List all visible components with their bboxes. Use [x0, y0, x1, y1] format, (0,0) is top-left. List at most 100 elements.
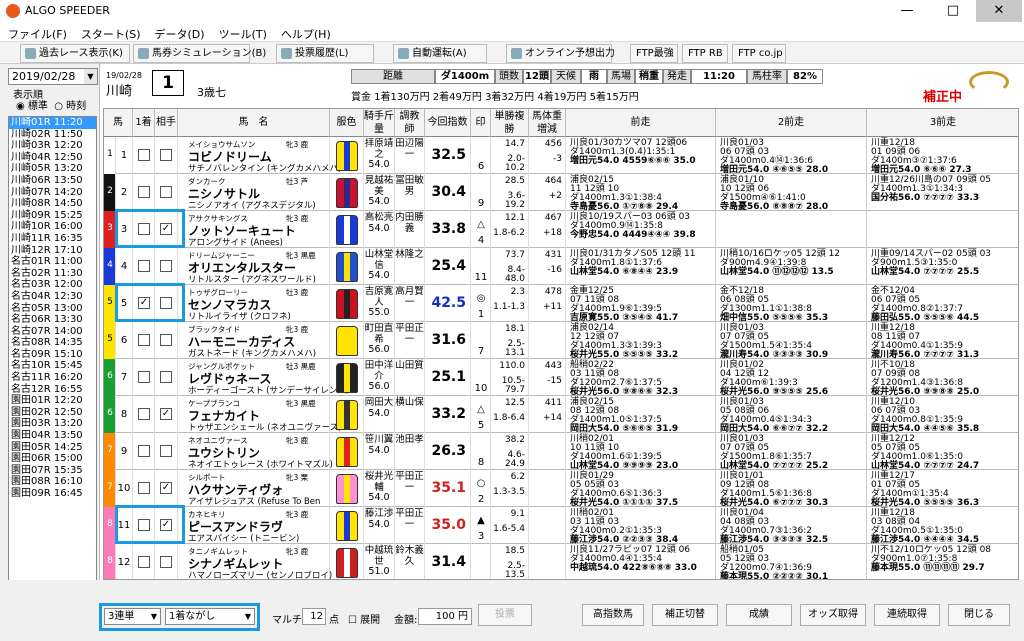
table-row[interactable]: 4 4 ドリームジャーニー 牝3 黒鹿 オリエンタルスター リトルスター (アグネスワール…	[104, 248, 1018, 285]
left-panel: 2019/02/28 ▼ 表示順 ◉ 標準 ○ 時刻 川崎01R 11:20 川崎0…	[0, 64, 100, 641]
table-row[interactable]: 8 11 ✓ カネヒキリ 牝3 鹿ピースアンドラヴ エアスパイシー (トニービン) 藤江渉 5…	[104, 507, 1018, 544]
race-list-item[interactable]: 川崎01R 11:20	[9, 117, 96, 129]
race-list-item[interactable]: 名古04R 12:30	[9, 291, 96, 303]
race-list-item[interactable]: 名古07R 14:00	[9, 326, 96, 338]
first-place-checkbox[interactable]	[138, 260, 150, 272]
partner-checkbox[interactable]: ✓	[160, 482, 172, 494]
race-list-item[interactable]: 川崎03R 12:20	[9, 140, 96, 152]
odds-fetch-button[interactable]: オッズ取得	[800, 604, 866, 626]
race-list-item[interactable]: 川崎11R 16:35	[9, 233, 96, 245]
auto-run-button[interactable]: 自動運転(A)	[393, 44, 487, 63]
race-list-item[interactable]: 名古02R 11:30	[9, 268, 96, 280]
race-list-item[interactable]: 名古01R 11:00	[9, 256, 96, 268]
past-race-p1: 川良01/29 05 05頭 03 ダ1400m0.6⑤1:36:3 桜井光54.0 …	[566, 470, 716, 507]
partner-checkbox[interactable]	[160, 260, 172, 272]
race-list-item[interactable]: 名古03R 12:00	[9, 279, 96, 291]
first-place-checkbox[interactable]	[138, 408, 150, 420]
ftp-rb-button[interactable]: FTP RB	[682, 44, 728, 63]
race-list-item[interactable]: 川崎12R 17:10	[9, 245, 96, 257]
jockey-name: 見越祐美	[364, 175, 394, 197]
race-list-item[interactable]: 園田03R 13:20	[9, 418, 96, 430]
race-list-item[interactable]: 名古08R 14:35	[9, 337, 96, 349]
race-list-item[interactable]: 園田01R 12:20	[9, 395, 96, 407]
menu-help[interactable]: ヘルプ(H)	[273, 23, 337, 42]
table-row[interactable]: 1 1 メイショウサムソン 牝3 鹿コビノドリーム サチノバレンタイン (キングカメハメ…	[104, 137, 1018, 174]
partner-checkbox[interactable]	[160, 334, 172, 346]
radio-standard[interactable]: ◉ 標準	[16, 101, 48, 112]
table-row[interactable]: 8 12 タニノギムレット 牝3 鹿シナノギムレット ハマノローズマリー (センノロブロ…	[104, 544, 1018, 579]
first-place-checkbox[interactable]	[138, 149, 150, 161]
correction-toggle-button[interactable]: 補正切替	[652, 604, 718, 626]
amount-input[interactable]: 100 円	[418, 608, 472, 625]
race-list-item[interactable]: 名古09R 15:10	[9, 349, 96, 361]
close-button[interactable]: 閉じる	[948, 604, 1010, 626]
table-row[interactable]: 7 10 ✓ シルポート 牝3 栗ハクサンティヴォ アイザレジュアス (Refuse To…	[104, 470, 1018, 508]
race-list-item[interactable]: 名古11R 16:20	[9, 372, 96, 384]
race-list-item[interactable]: 園田08R 16:10	[9, 476, 96, 488]
partner-checkbox[interactable]	[160, 445, 172, 457]
expand-checkbox[interactable]: ☐ 展開	[348, 611, 380, 626]
close-window-button[interactable]: ✕	[976, 0, 1022, 22]
vote-history-button[interactable]: 投票履歴(L)	[276, 44, 374, 63]
race-list-item[interactable]: 名古12R 16:55	[9, 384, 96, 396]
first-place-checkbox[interactable]	[138, 556, 150, 568]
partner-checkbox[interactable]: ✓	[160, 408, 172, 420]
high-index-button[interactable]: 高指数馬	[582, 604, 644, 626]
table-row[interactable]: 5 6 ブラックタイド 牝3 鹿ハーモニーカディス ガストネード (キングカメハメハ) 町…	[104, 322, 1018, 359]
continuous-fetch-button[interactable]: 連続取得	[874, 604, 940, 626]
online-forecast-button[interactable]: オンライン予想出力	[506, 44, 615, 63]
menu-tools[interactable]: ツール(T)	[211, 23, 273, 42]
ftp-saikyo-button[interactable]: FTP最強	[630, 44, 678, 63]
results-button[interactable]: 成績	[726, 604, 792, 626]
partner-checkbox[interactable]	[160, 371, 172, 383]
date-select[interactable]: 2019/02/28 ▼	[8, 68, 98, 85]
race-list-item[interactable]: 川崎09R 15:25	[9, 210, 96, 222]
first-place-checkbox[interactable]	[138, 186, 150, 198]
menu-file[interactable]: ファイル(F)	[0, 23, 73, 42]
first-place-checkbox[interactable]	[138, 371, 150, 383]
table-row[interactable]: 6 8 ✓ ケープブランコ 牝3 黒鹿 フェナカイト トゥザエンシェール (ネオユニヴァース…	[104, 396, 1018, 433]
maximize-button[interactable]: □	[930, 0, 976, 22]
partner-checkbox[interactable]	[160, 556, 172, 568]
past-race-p3: 川重12/17 01 07頭 05 ダ1400m①1:35:4 桜井光54.0 ⑤⑤⑤…	[867, 470, 1018, 508]
race-list-item[interactable]: 園田09R 16:45	[9, 488, 96, 500]
table-row[interactable]: 3 3 ✓ アサクサキングス 牝3 鹿ノットソーキュート アロングサイド (Anees) 高…	[104, 211, 1018, 248]
race-list-item[interactable]: 園田07R 15:35	[9, 465, 96, 477]
first-place-checkbox[interactable]	[138, 445, 150, 457]
race-list-item[interactable]: 園田04R 13:50	[9, 430, 96, 442]
past-race-line: 桜井光54.0 ⑥⑦⑦⑦ 30.3	[720, 498, 829, 508]
race-list-item[interactable]: 園田06R 15:00	[9, 453, 96, 465]
place-odds: 10.5-79.7	[501, 376, 525, 395]
menu-data[interactable]: データ(D)	[147, 23, 211, 42]
race-list-item[interactable]: 名古10R 15:45	[9, 360, 96, 372]
race-list-item[interactable]: 名古06R 13:30	[9, 314, 96, 326]
table-row[interactable]: 5 5 ✓ トゥザグローリー 牡3 鹿センノマラカス リトルイライザ (クロフネ) 吉原寛人…	[104, 285, 1018, 322]
table-row[interactable]: 6 7 ジャングルポケット 牡3 黒鹿 レヴドゥネース ホーディーゴースト (サンデーサイ…	[104, 359, 1018, 396]
race-list-item[interactable]: 川崎10R 16:00	[9, 221, 96, 233]
partner-checkbox[interactable]	[160, 186, 172, 198]
race-list-item[interactable]: 園田02R 12:50	[9, 407, 96, 419]
past-race-button[interactable]: 過去レース表示(K)	[20, 44, 130, 63]
ftp-cojp-button[interactable]: FTP co.jp	[732, 44, 786, 63]
menu-start[interactable]: スタート(S)	[73, 23, 147, 42]
table-row[interactable]: 7 9 ネオユニヴァース 牝3 鹿ユウシトリン ネオイエトゥレース (ホワイトマズル) 笹…	[104, 433, 1018, 470]
body-weight-cell	[529, 322, 566, 359]
minimize-button[interactable]: —	[884, 0, 930, 22]
first-place-checkbox[interactable]	[138, 334, 150, 346]
partner-checkbox[interactable]	[160, 149, 172, 161]
table-row[interactable]: 2 2 ダンカーク 牡3 芦ニシノサトル ニシノアオイ (アグネスデジタル) 見越祐美 54…	[104, 174, 1018, 211]
race-list-item[interactable]: 川崎08R 14:50	[9, 198, 96, 210]
race-list-item[interactable]: 川崎06R 13:50	[9, 175, 96, 187]
radio-time[interactable]: ○ 時刻	[54, 101, 86, 112]
race-list-item[interactable]: 名古05R 13:00	[9, 303, 96, 315]
place-odds: 1.8-6.2	[493, 228, 525, 238]
race-list-item[interactable]: 川崎07R 14:20	[9, 187, 96, 199]
first-place-checkbox[interactable]	[138, 482, 150, 494]
race-list-item[interactable]: 川崎05R 13:20	[9, 163, 96, 175]
race-list-item[interactable]: 川崎04R 12:50	[9, 152, 96, 164]
race-list[interactable]: 川崎01R 11:20 川崎02R 11:50 川崎03R 12:20 川崎04R 1…	[8, 116, 97, 636]
vote-button[interactable]: 投票	[478, 604, 532, 626]
race-list-item[interactable]: 川崎02R 11:50	[9, 129, 96, 141]
race-list-item[interactable]: 園田05R 14:25	[9, 442, 96, 454]
bet-simulation-button[interactable]: 馬券シミュレーション(B)	[133, 44, 266, 63]
